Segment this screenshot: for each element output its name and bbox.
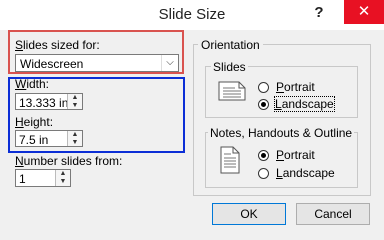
width-value: 13.333 in xyxy=(19,96,69,110)
chevron-down-icon[interactable]: ⌵ xyxy=(161,55,178,71)
height-label: Height: xyxy=(15,115,54,129)
number-spinner-buttons[interactable]: ▲ ▼ xyxy=(55,170,70,186)
width-spinner[interactable]: 13.333 in ▲ ▼ xyxy=(15,93,83,110)
spin-down-icon[interactable]: ▼ xyxy=(56,178,70,186)
width-label: Width: xyxy=(15,77,50,91)
height-value: 7.5 in xyxy=(19,133,49,147)
slides-portrait-radio[interactable] xyxy=(258,82,269,93)
help-icon[interactable]: ? xyxy=(312,4,326,21)
notes-portrait-radio[interactable] xyxy=(258,150,269,161)
slides-sized-for-value: Widescreen xyxy=(20,57,84,71)
slides-sized-for-label-rest: lides sized for: xyxy=(23,38,100,52)
notes-landscape-label[interactable]: Landscape xyxy=(276,166,335,180)
dialog-title: Slide Size xyxy=(158,6,226,23)
landscape-page-icon xyxy=(218,81,246,101)
close-button[interactable]: ✕ xyxy=(344,0,384,24)
spin-down-icon[interactable]: ▼ xyxy=(68,139,82,147)
cancel-button[interactable]: Cancel xyxy=(296,203,370,225)
height-spinner[interactable]: 7.5 in ▲ ▼ xyxy=(15,130,83,147)
slides-portrait-label[interactable]: Portrait xyxy=(276,80,315,94)
notes-orientation-title: Notes, Handouts & Outline xyxy=(208,126,355,140)
slides-landscape-label[interactable]: Landscape xyxy=(274,96,335,112)
spin-down-icon[interactable]: ▼ xyxy=(68,102,82,110)
height-spinner-buttons[interactable]: ▲ ▼ xyxy=(67,131,82,146)
orientation-title: Orientation xyxy=(198,38,263,52)
slides-sized-for-label: Slides sized for: xyxy=(15,38,100,52)
spin-up-icon[interactable]: ▲ xyxy=(68,94,82,102)
number-slides-from-value: 1 xyxy=(19,172,26,186)
ok-button[interactable]: OK xyxy=(212,203,286,225)
slides-sized-for-select[interactable]: Widescreen ⌵ xyxy=(15,54,179,72)
slides-landscape-radio[interactable] xyxy=(258,99,269,110)
number-slides-from-spinner[interactable]: 1 ▲ ▼ xyxy=(15,169,71,187)
portrait-page-icon xyxy=(220,146,240,174)
notes-portrait-label[interactable]: Portrait xyxy=(276,148,315,162)
slides-orientation-title: Slides xyxy=(211,60,248,74)
spin-up-icon[interactable]: ▲ xyxy=(68,131,82,139)
spin-up-icon[interactable]: ▲ xyxy=(56,170,70,178)
number-slides-from-label: Number slides from: xyxy=(15,154,123,168)
notes-landscape-radio[interactable] xyxy=(258,168,269,179)
width-spinner-buttons[interactable]: ▲ ▼ xyxy=(67,94,82,109)
